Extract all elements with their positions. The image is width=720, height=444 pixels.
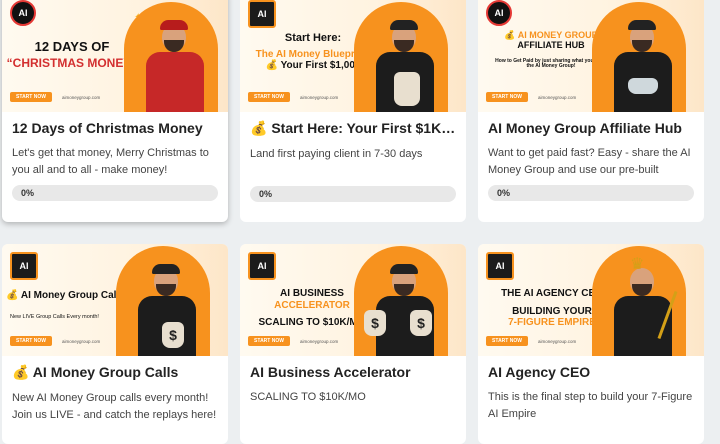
course-title: AI Money Group Affiliate Hub <box>488 120 682 136</box>
start-now-badge: START NOW <box>486 336 528 346</box>
ai-logo-icon: AI <box>10 252 38 280</box>
course-card-start-here[interactable]: AI ✦ ✦ Start Here: The AI Money Blueprin… <box>240 0 466 222</box>
crown-icon: ♛ <box>630 256 645 273</box>
host-photo <box>140 16 210 112</box>
course-description: New AI Money Group calls every month! Jo… <box>12 392 217 421</box>
course-thumbnail: AI ✦ ✦ Start Here: The AI Money Blueprin… <box>240 0 466 112</box>
course-thumbnail: AI ✦ ✦ 💰 AI Money Group Calls New LIVE G… <box>2 244 228 356</box>
course-description: Land first paying client in 7-30 days <box>250 148 423 160</box>
progress-label: 0% <box>497 188 511 198</box>
course-thumbnail: AI ✦ ✦ 💰 AI MONEY GROUP AFFILIATE HUB Ho… <box>478 0 704 112</box>
host-photo: $ <box>132 260 202 356</box>
site-url: aimoneygroup.com <box>300 339 339 344</box>
progress-bar: 0% <box>12 185 218 201</box>
site-url: aimoneygroup.com <box>538 339 577 344</box>
course-title: AI Agency CEO <box>488 364 591 380</box>
host-photo <box>608 16 678 112</box>
progress-bar: 0% <box>250 186 456 202</box>
course-thumbnail: AI ✦ ✦ THE AI AGENCY CEO BUILDING YOUR 7… <box>478 244 704 356</box>
start-now-badge: START NOW <box>10 92 52 102</box>
site-url: aimoneygroup.com <box>62 95 101 100</box>
course-thumbnail: AI ✦ ✦ AI BUSINESS ACCELERATOR SCALING T… <box>240 244 466 356</box>
course-card-business-accelerator[interactable]: AI ✦ ✦ AI BUSINESS ACCELERATOR SCALING T… <box>240 244 466 444</box>
progress-bar: 0% <box>488 185 694 201</box>
site-url: aimoneygroup.com <box>62 339 101 344</box>
course-card-group-calls[interactable]: AI ✦ ✦ 💰 AI Money Group Calls New LIVE G… <box>2 244 228 444</box>
site-url: aimoneygroup.com <box>538 95 577 100</box>
ai-logo-icon: AI <box>10 0 36 26</box>
course-thumbnail: AI ✦ ✦ 12 DAYS OF “CHRISTMAS MONEY” STAR… <box>2 0 228 112</box>
thumb-headline: 12 DAYS OF “CHRISTMAS MONEY” <box>6 39 138 70</box>
course-title: 💰 AI Money Group Calls <box>12 364 179 380</box>
course-title: 💰 Start Here: Your First $1K with… <box>250 120 456 136</box>
course-card-agency-ceo[interactable]: AI ✦ ✦ THE AI AGENCY CEO BUILDING YOUR 7… <box>478 244 704 444</box>
course-card-christmas[interactable]: AI ✦ ✦ 12 DAYS OF “CHRISTMAS MONEY” STAR… <box>2 0 228 222</box>
ai-logo-icon: AI <box>486 252 514 280</box>
course-card-affiliate-hub[interactable]: AI ✦ ✦ 💰 AI MONEY GROUP AFFILIATE HUB Ho… <box>478 0 704 222</box>
ai-logo-icon: AI <box>486 0 512 26</box>
start-now-badge: START NOW <box>248 92 290 102</box>
site-url: aimoneygroup.com <box>300 95 339 100</box>
course-title: AI Business Accelerator <box>250 364 411 380</box>
progress-label: 0% <box>259 189 273 199</box>
course-description: Let's get that money, Merry Christmas to… <box>12 147 209 176</box>
progress-label: 0% <box>21 188 35 198</box>
ai-logo-icon: AI <box>248 0 276 28</box>
start-now-badge: START NOW <box>10 336 52 346</box>
course-description: Want to get paid fast? Easy - share the … <box>488 147 691 176</box>
course-description: This is the final step to build your 7-F… <box>488 391 693 420</box>
start-now-badge: START NOW <box>486 92 528 102</box>
course-description: SCALING TO $10K/MO <box>250 391 366 403</box>
course-title: 12 Days of Christmas Money <box>12 120 203 136</box>
host-photo: $ $ <box>364 260 440 356</box>
ai-logo-icon: AI <box>248 252 276 280</box>
start-now-badge: START NOW <box>248 336 290 346</box>
host-photo: ♛ <box>608 256 678 356</box>
host-photo <box>370 16 440 112</box>
